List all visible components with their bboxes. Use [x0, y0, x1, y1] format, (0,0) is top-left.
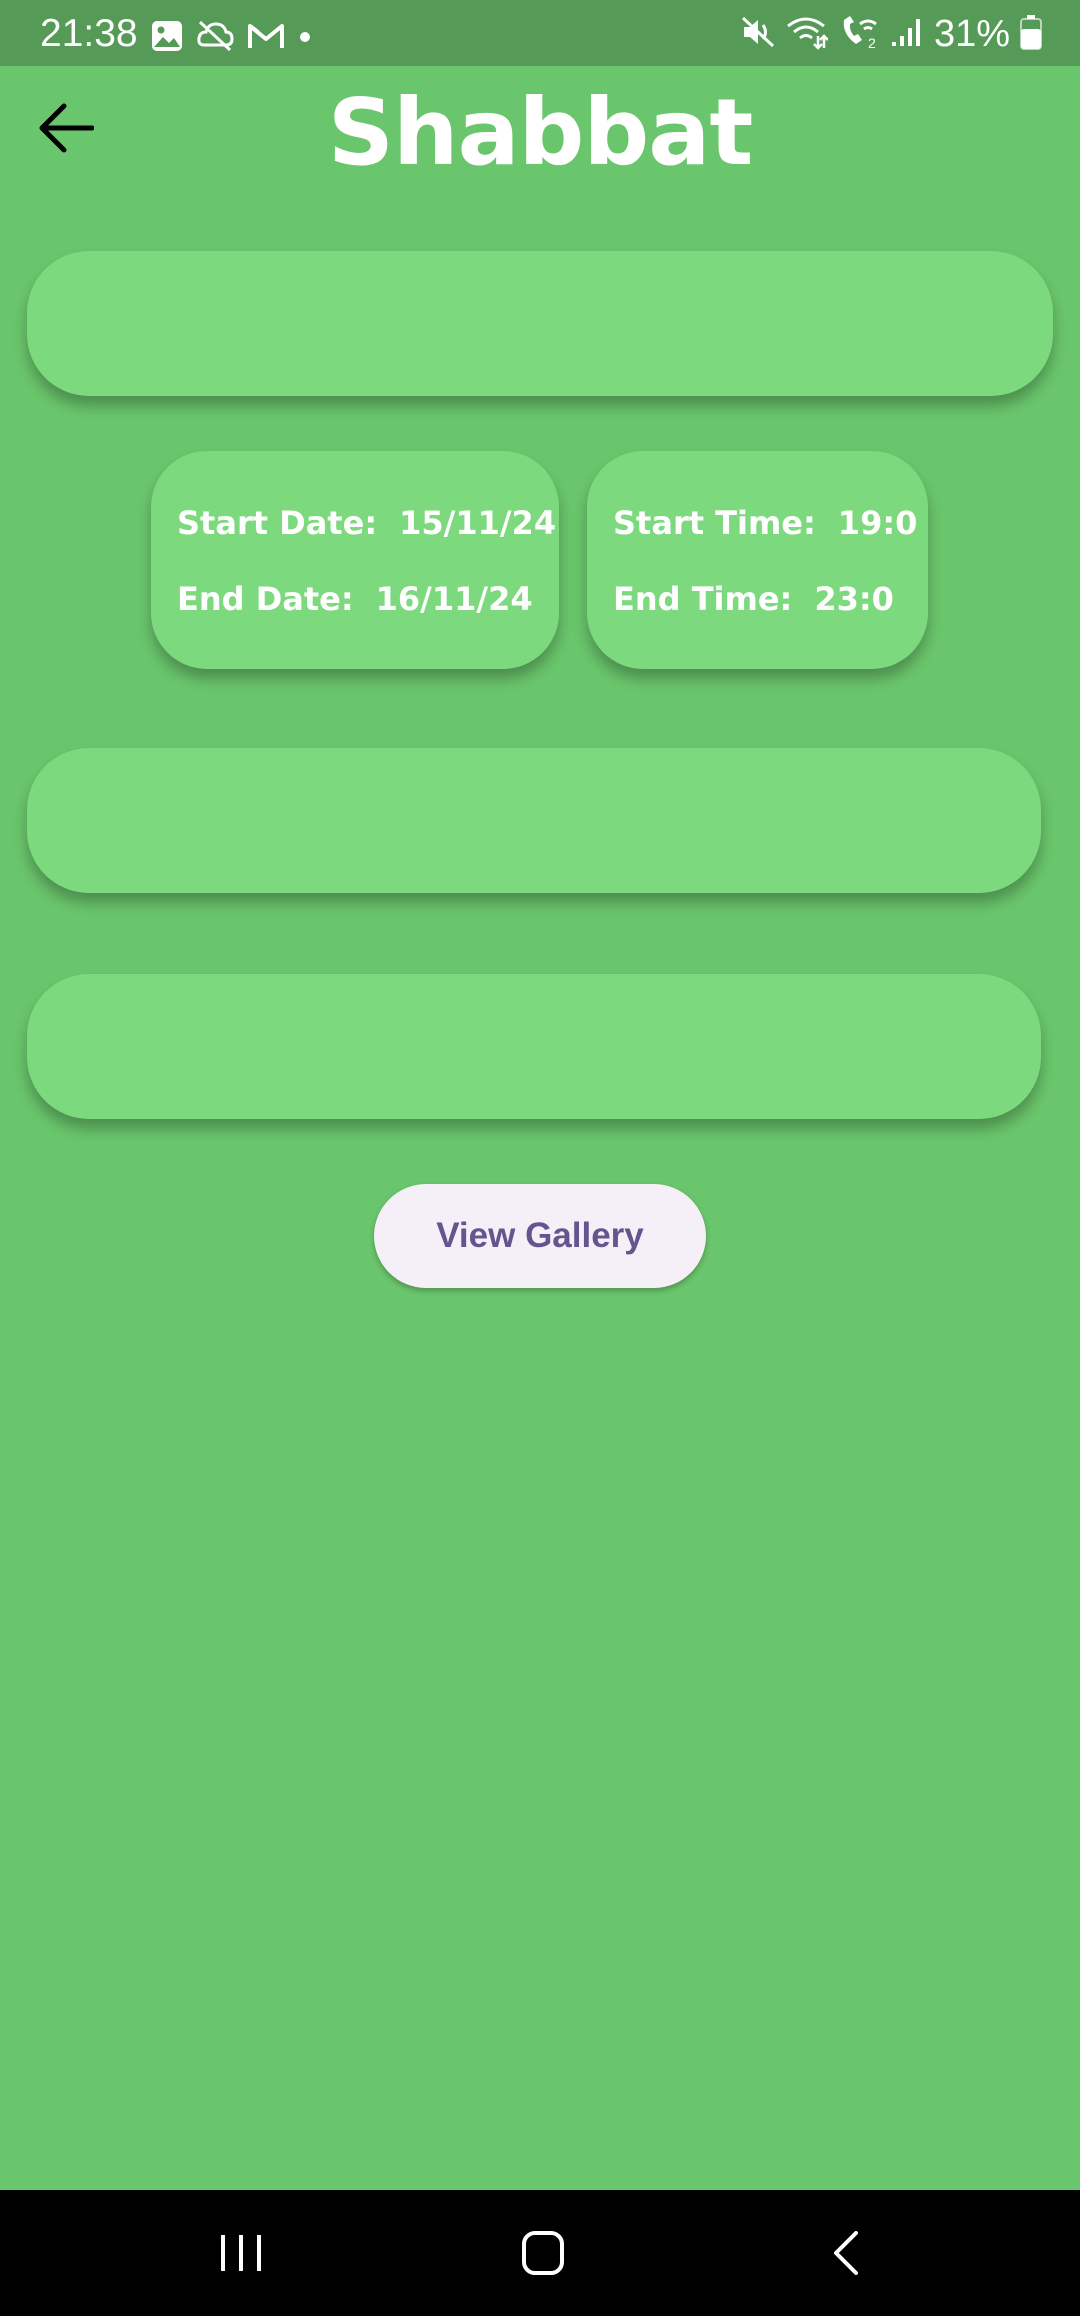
signal-icon	[890, 16, 924, 52]
cloud-off-icon	[196, 19, 234, 57]
end-time-label: End Time:	[613, 580, 793, 618]
navigation-bar	[0, 2190, 1080, 2316]
svg-text:2: 2	[868, 35, 876, 50]
wifi-calling-icon	[786, 14, 829, 54]
end-date-value: 16/11/24	[375, 580, 533, 618]
end-date-row: End Date: 16/11/24	[177, 579, 533, 619]
wifi-call-icon: 2	[838, 14, 880, 54]
end-date-label: End Date:	[177, 580, 354, 618]
status-right: 2 31%	[740, 14, 1042, 54]
view-gallery-button[interactable]: View Gallery	[374, 1184, 706, 1288]
home-icon	[522, 2231, 564, 2275]
info-card-lower	[27, 974, 1041, 1119]
gallery-icon	[150, 19, 184, 57]
recents-icon	[221, 2235, 261, 2271]
info-card-top	[27, 251, 1053, 396]
gmail-icon	[246, 20, 286, 56]
back-icon	[834, 2231, 858, 2275]
start-date-value: 15/11/24	[399, 504, 557, 542]
battery-icon	[1020, 14, 1042, 54]
date-card: Start Date: 15/11/24 End Date: 16/11/24	[151, 451, 559, 669]
end-time-value: 23:0	[814, 580, 894, 618]
end-time-row: End Time: 23:0	[613, 579, 894, 619]
start-time-value: 19:0	[837, 504, 918, 542]
screen: 21:38 2 31% Shabbat Start Date: 15/11/24…	[0, 0, 1080, 2316]
nav-back-button[interactable]	[806, 2220, 886, 2286]
dot-icon	[298, 29, 312, 48]
recents-button[interactable]	[201, 2220, 281, 2286]
start-date-row: Start Date: 15/11/24	[177, 503, 556, 543]
status-bar: 21:38 2 31%	[0, 0, 1080, 66]
status-left-icons	[150, 20, 312, 56]
start-date-label: Start Date:	[177, 504, 378, 542]
start-time-row: Start Time: 19:0	[613, 503, 917, 543]
home-button[interactable]	[503, 2220, 583, 2286]
battery-percent: 31%	[933, 13, 1010, 55]
start-time-label: Start Time:	[613, 504, 816, 542]
page-title: Shabbat	[327, 79, 754, 186]
info-card-middle	[27, 748, 1041, 893]
mute-icon	[740, 14, 776, 54]
status-time: 21:38	[40, 12, 138, 55]
time-card: Start Time: 19:0 End Time: 23:0	[587, 451, 928, 669]
